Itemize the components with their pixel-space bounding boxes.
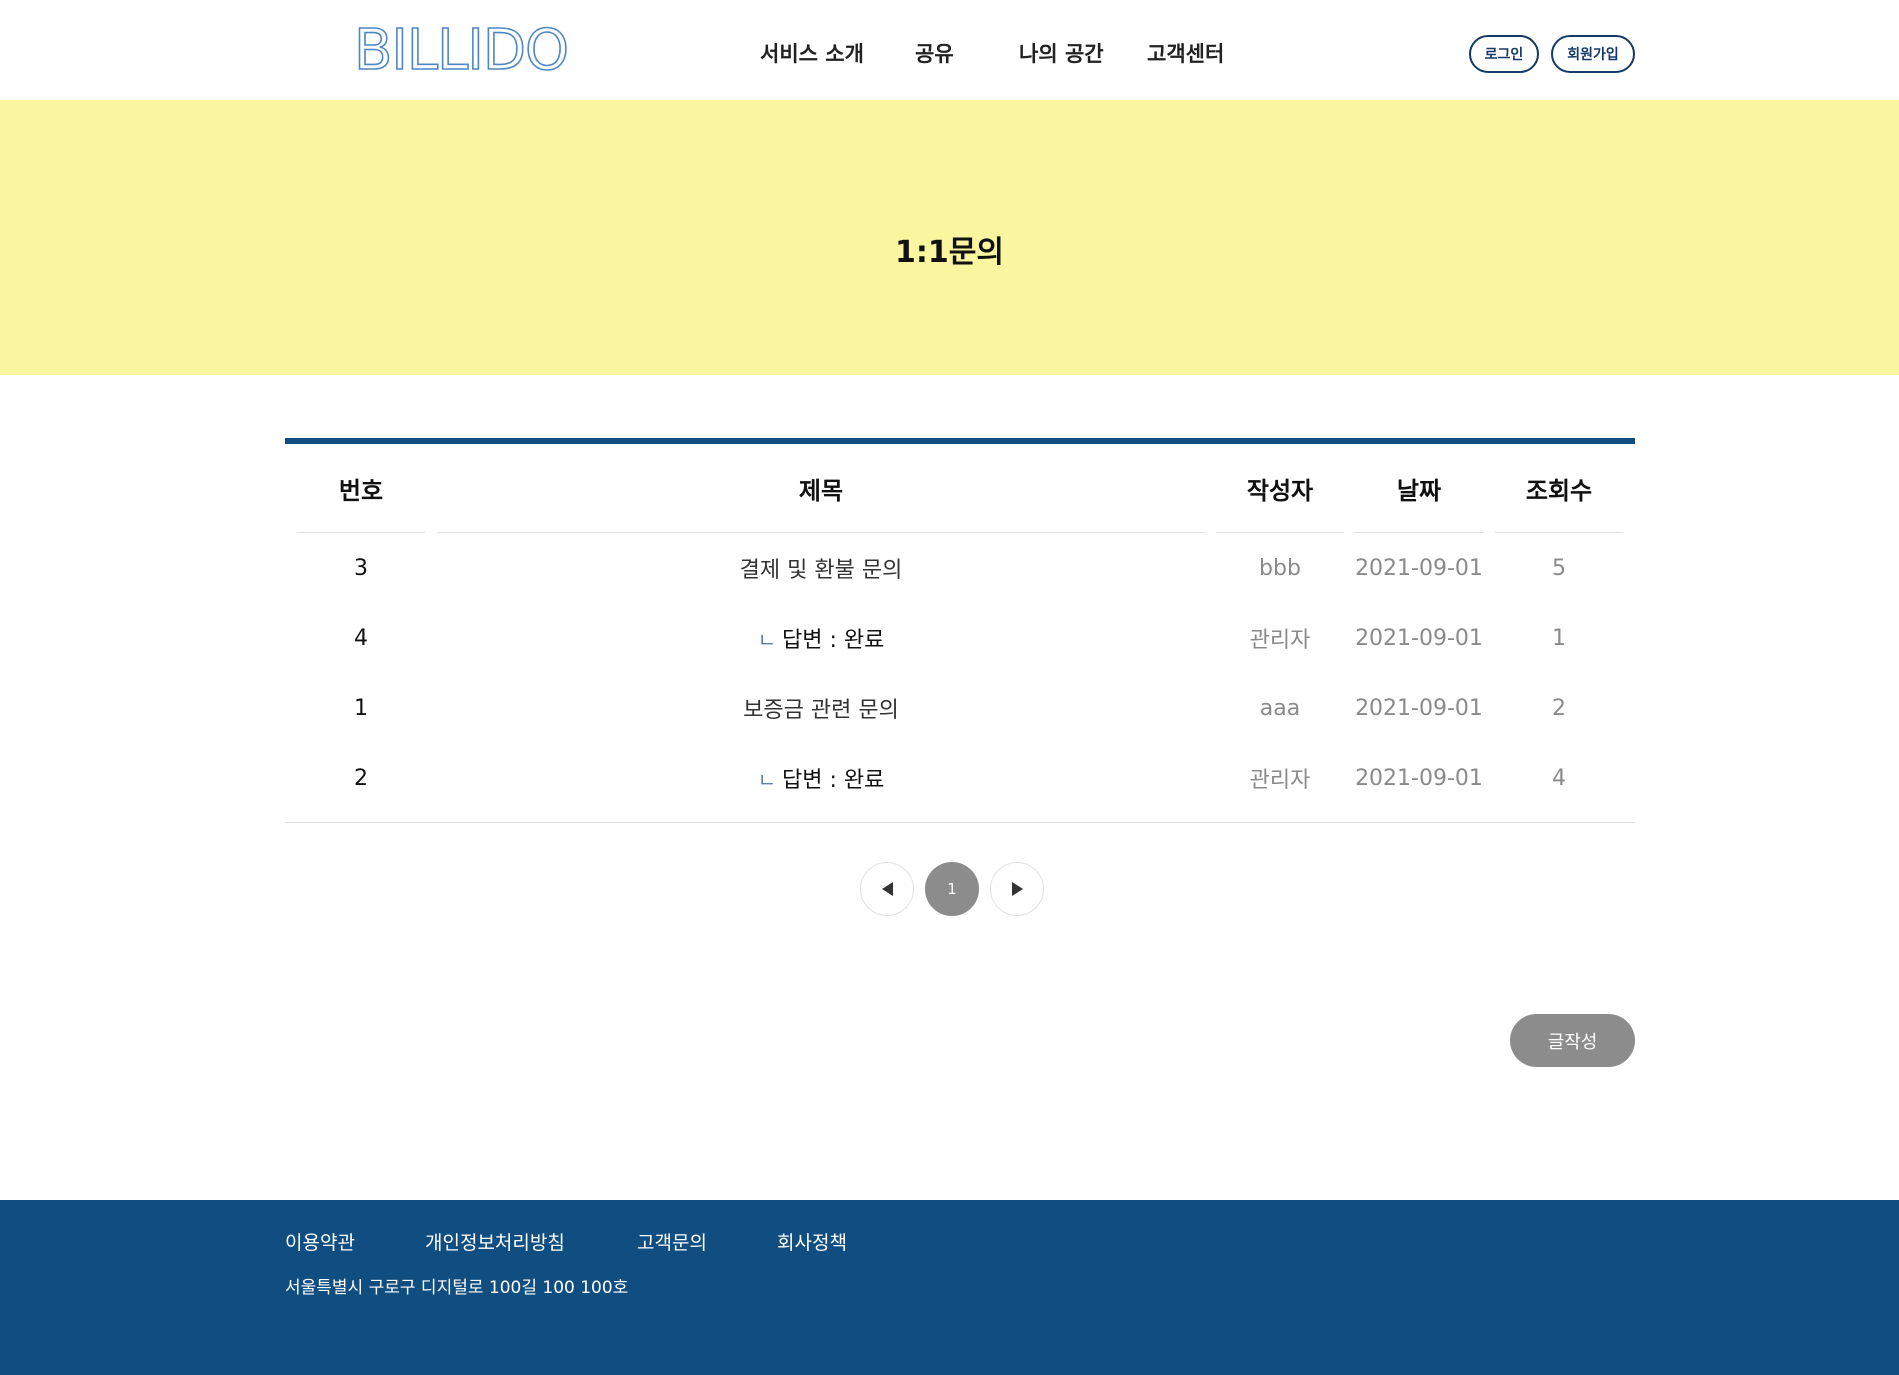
write-post-button[interactable]: 글작성 — [1510, 1014, 1635, 1067]
row-date: 2021-09-01 — [1355, 695, 1483, 721]
col-title-header: 제목 — [437, 444, 1205, 533]
row-date: 2021-09-01 — [1355, 765, 1483, 791]
reply-arrow-icon: ㄴ — [757, 767, 777, 792]
row-title: 결제 및 환불 문의 — [739, 558, 903, 583]
row-views: 4 — [1552, 765, 1566, 791]
table-row[interactable]: 1 보증금 관련 문의 aaa 2021-09-01 2 — [285, 673, 1635, 743]
table-header: 번호 제목 작성자 날짜 조회수 — [285, 444, 1635, 533]
next-page-button[interactable] — [990, 862, 1044, 916]
triangle-right-icon — [1011, 882, 1023, 896]
table-row[interactable]: 2 ㄴ 답변 : 완료 관리자 2021-09-01 4 — [285, 743, 1635, 813]
row-title-link[interactable]: ㄴ 답변 : 완료 — [437, 603, 1205, 673]
col-writer-header: 작성자 — [1216, 444, 1344, 533]
row-writer: 관리자 — [1249, 768, 1311, 793]
pagination: 1 — [0, 862, 1899, 916]
row-date: 2021-09-01 — [1355, 625, 1483, 651]
footer-address: 서울특별시 구로구 디지털로 100길 100 100호 — [285, 1278, 629, 1298]
nav-my-space[interactable]: 나의 공간 — [1019, 38, 1104, 68]
site-footer: 이용약관 개인정보처리방침 고객문의 회사정책 서울특별시 구로구 디지털로 1… — [0, 1200, 1899, 1375]
row-views: 5 — [1552, 555, 1566, 581]
nav-share[interactable]: 공유 — [915, 38, 954, 68]
table-row[interactable]: 4 ㄴ 답변 : 완료 관리자 2021-09-01 1 — [285, 603, 1635, 673]
row-writer: bbb — [1259, 555, 1301, 581]
row-writer: 관리자 — [1249, 628, 1311, 653]
row-title: 보증금 관련 문의 — [743, 698, 899, 723]
row-title: 답변 : 완료 — [782, 628, 885, 653]
prev-page-button[interactable] — [860, 862, 914, 916]
site-header: BILLIDO 서비스 소개 공유 나의 공간 고객센터 로그인 회원가입 — [0, 0, 1899, 100]
row-views: 1 — [1552, 625, 1566, 651]
inquiry-board: 번호 제목 작성자 날짜 조회수 3 결제 및 환불 문의 bbb 2021-0… — [285, 438, 1635, 823]
login-button[interactable]: 로그인 — [1469, 35, 1539, 73]
footer-link-policy[interactable]: 회사정책 — [777, 1228, 847, 1255]
row-views: 2 — [1552, 695, 1566, 721]
col-date-header: 날짜 — [1354, 444, 1484, 533]
nav-service-intro[interactable]: 서비스 소개 — [760, 38, 864, 68]
page-banner: 1:1문의 — [0, 100, 1899, 375]
row-date: 2021-09-01 — [1355, 555, 1483, 581]
board-bottom-divider — [285, 822, 1635, 823]
col-number-header: 번호 — [297, 444, 425, 533]
footer-link-privacy[interactable]: 개인정보처리방침 — [425, 1228, 565, 1255]
col-views-header: 조회수 — [1495, 444, 1623, 533]
row-title-link[interactable]: 보증금 관련 문의 — [437, 673, 1205, 743]
table-row[interactable]: 3 결제 및 환불 문의 bbb 2021-09-01 5 — [285, 533, 1635, 603]
row-number: 3 — [354, 555, 368, 581]
row-number: 1 — [354, 695, 368, 721]
row-number: 4 — [354, 625, 368, 651]
page-number-current[interactable]: 1 — [925, 862, 979, 916]
reply-arrow-icon: ㄴ — [757, 627, 777, 652]
signup-button[interactable]: 회원가입 — [1551, 35, 1635, 73]
row-writer: aaa — [1259, 695, 1301, 721]
row-title-link[interactable]: ㄴ 답변 : 완료 — [437, 743, 1205, 813]
footer-link-inquiry[interactable]: 고객문의 — [637, 1228, 707, 1255]
page-title: 1:1문의 — [895, 235, 1004, 270]
triangle-left-icon — [881, 882, 893, 896]
row-title: 답변 : 완료 — [782, 768, 885, 793]
row-number: 2 — [354, 765, 368, 791]
row-title-link[interactable]: 결제 및 환불 문의 — [437, 533, 1205, 603]
footer-link-terms[interactable]: 이용약관 — [285, 1228, 355, 1255]
nav-customer-center[interactable]: 고객센터 — [1147, 38, 1224, 68]
table-body: 3 결제 및 환불 문의 bbb 2021-09-01 5 4 ㄴ 답변 : 완… — [285, 533, 1635, 813]
